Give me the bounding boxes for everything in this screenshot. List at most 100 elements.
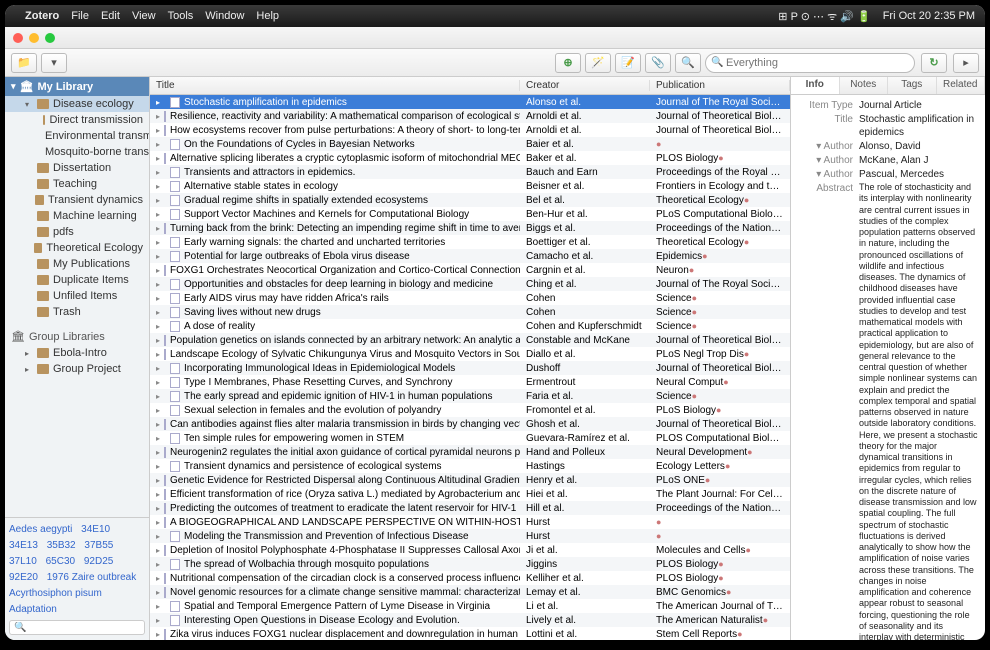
status-icon[interactable]: 🔋 bbox=[857, 11, 871, 23]
tag-item[interactable]: 92E20 bbox=[9, 572, 38, 583]
tag-item[interactable]: 34E10 bbox=[81, 524, 110, 535]
field-value[interactable]: Journal Article bbox=[859, 99, 979, 112]
collection-item[interactable]: Environmental transmission bbox=[5, 128, 149, 144]
menu-view[interactable]: View bbox=[132, 10, 156, 22]
collection-item[interactable]: Teaching bbox=[5, 176, 149, 192]
new-collection-button[interactable]: 📁 bbox=[11, 53, 37, 73]
collection-item[interactable]: Theoretical Ecology bbox=[5, 240, 149, 256]
menu-file[interactable]: File bbox=[71, 10, 89, 22]
item-row[interactable]: ▸Modeling the Transmission and Preventio… bbox=[150, 529, 790, 543]
item-row[interactable]: ▸Landscape Ecology of Sylvatic Chikungun… bbox=[150, 347, 790, 361]
item-row[interactable]: ▸Transient dynamics and persistence of e… bbox=[150, 459, 790, 473]
status-icon[interactable]: ⋯ bbox=[813, 11, 824, 23]
item-row[interactable]: ▸Zika virus induces FOXG1 nuclear displa… bbox=[150, 627, 790, 640]
group-libraries-header[interactable]: 🏛 Group Libraries bbox=[5, 328, 149, 345]
menu-tools[interactable]: Tools bbox=[168, 10, 194, 22]
item-row[interactable]: ▸Novel genomic resources for a climate c… bbox=[150, 585, 790, 599]
item-row[interactable]: ▸Predicting the outcomes of treatment to… bbox=[150, 501, 790, 515]
item-row[interactable]: ▸Type I Membranes, Phase Resetting Curve… bbox=[150, 375, 790, 389]
item-row[interactable]: ▸Alternative stable states in ecology Be… bbox=[150, 179, 790, 193]
tag-item[interactable]: 37L10 bbox=[9, 556, 37, 567]
status-icon[interactable]: P bbox=[791, 11, 798, 23]
item-row[interactable]: ▸Potential for large outbreaks of Ebola … bbox=[150, 249, 790, 263]
advanced-search-button[interactable]: 🔍 bbox=[675, 53, 701, 73]
attach-button[interactable]: 📎 bbox=[645, 53, 671, 73]
field-value[interactable]: Alonso, David bbox=[859, 140, 979, 153]
column-creator[interactable]: Creator bbox=[520, 80, 650, 91]
new-note-button[interactable]: 📝 bbox=[615, 53, 641, 73]
tag-item[interactable]: 92D25 bbox=[84, 556, 113, 567]
minimize-window-icon[interactable] bbox=[29, 33, 39, 43]
tag-item[interactable]: Aedes aegypti bbox=[9, 524, 72, 535]
item-row[interactable]: ▸The early spread and epidemic ignition … bbox=[150, 389, 790, 403]
collection-item[interactable]: Machine learning bbox=[5, 208, 149, 224]
locate-button[interactable]: ▸ bbox=[953, 53, 979, 73]
inspector-tab-tags[interactable]: Tags bbox=[888, 77, 937, 94]
item-row[interactable]: ▸Interesting Open Questions in Disease E… bbox=[150, 613, 790, 627]
close-window-icon[interactable] bbox=[13, 33, 23, 43]
status-icon[interactable]: ᯤ bbox=[827, 11, 837, 23]
sync-button[interactable]: ↻ bbox=[921, 53, 947, 73]
tag-item[interactable]: 35B32 bbox=[47, 540, 76, 551]
new-group-button[interactable]: ▾ bbox=[41, 53, 67, 73]
item-row[interactable]: ▸Turning back from the brink: Detecting … bbox=[150, 221, 790, 235]
field-value[interactable]: Pascual, Mercedes bbox=[859, 168, 979, 181]
menu-window[interactable]: Window bbox=[205, 10, 244, 22]
new-item-button[interactable]: ⊕ bbox=[555, 53, 581, 73]
inspector-tab-related[interactable]: Related bbox=[937, 77, 986, 94]
item-row[interactable]: ▸On the Foundations of Cycles in Bayesia… bbox=[150, 137, 790, 151]
tag-item[interactable]: 65C30 bbox=[46, 556, 75, 567]
tag-item[interactable]: 34E13 bbox=[9, 540, 38, 551]
collection-item[interactable]: Mosquito-borne transmission bbox=[5, 144, 149, 160]
item-row[interactable]: ▸Nutritional compensation of the circadi… bbox=[150, 571, 790, 585]
inspector-tab-info[interactable]: Info bbox=[791, 77, 840, 94]
item-row[interactable]: ▸Resilience, reactivity and variability:… bbox=[150, 109, 790, 123]
item-row[interactable]: ▸Can antibodies against flies alter mala… bbox=[150, 417, 790, 431]
tag-item[interactable]: 37B55 bbox=[84, 540, 113, 551]
column-publication[interactable]: Publication bbox=[650, 80, 790, 91]
item-row[interactable]: ▸Efficient transformation of rice (Oryza… bbox=[150, 487, 790, 501]
add-by-identifier-button[interactable]: 🪄 bbox=[585, 53, 611, 73]
my-library-header[interactable]: 🏛My Library bbox=[5, 77, 149, 96]
collection-item[interactable]: Unfiled Items bbox=[5, 288, 149, 304]
search-input[interactable] bbox=[705, 53, 915, 73]
item-list[interactable]: ▸Stochastic amplification in epidemics A… bbox=[150, 95, 790, 640]
group-item[interactable]: ▸Ebola-Intro bbox=[5, 345, 149, 361]
item-row[interactable]: ▸A dose of reality Cohen and Kupferschmi… bbox=[150, 319, 790, 333]
tag-item[interactable]: 1976 Zaire outbreak bbox=[47, 572, 137, 583]
collection-item[interactable]: Direct transmission bbox=[5, 112, 149, 128]
item-row[interactable]: ▸Transients and attractors in epidemics.… bbox=[150, 165, 790, 179]
status-icon[interactable]: ⊙ bbox=[801, 11, 810, 23]
collection-item[interactable]: Transient dynamics bbox=[5, 192, 149, 208]
item-row[interactable]: ▸Support Vector Machines and Kernels for… bbox=[150, 207, 790, 221]
field-value[interactable]: Stochastic amplification in epidemics bbox=[859, 113, 979, 139]
inspector-tab-notes[interactable]: Notes bbox=[840, 77, 889, 94]
item-row[interactable]: ▸Gradual regime shifts in spatially exte… bbox=[150, 193, 790, 207]
status-icon[interactable]: ⊞ bbox=[778, 11, 787, 23]
item-row[interactable]: ▸Early AIDS virus may have ridden Africa… bbox=[150, 291, 790, 305]
item-row[interactable]: ▸Spatial and Temporal Emergence Pattern … bbox=[150, 599, 790, 613]
status-icon[interactable]: 🔊 bbox=[840, 11, 854, 23]
item-row[interactable]: ▸Ten simple rules for empowering women i… bbox=[150, 431, 790, 445]
item-row[interactable]: ▸How ecosystems recover from pulse pertu… bbox=[150, 123, 790, 137]
item-row[interactable]: ▸Saving lives without new drugs Cohen Sc… bbox=[150, 305, 790, 319]
collection-item[interactable]: pdfs bbox=[5, 224, 149, 240]
item-row[interactable]: ▸Alternative splicing liberates a crypti… bbox=[150, 151, 790, 165]
item-row[interactable]: ▸Population genetics on islands connecte… bbox=[150, 333, 790, 347]
tag-filter-input[interactable] bbox=[9, 620, 145, 635]
abstract-text[interactable]: The role of stochasticity and its interp… bbox=[859, 182, 979, 640]
item-row[interactable]: ▸Opportunities and obstacles for deep le… bbox=[150, 277, 790, 291]
maximize-window-icon[interactable] bbox=[45, 33, 55, 43]
item-row[interactable]: ▸Early warning signals: the charted and … bbox=[150, 235, 790, 249]
column-title[interactable]: Title bbox=[150, 80, 520, 91]
collection-item[interactable]: My Publications bbox=[5, 256, 149, 272]
item-row[interactable]: ▸The spread of Wolbachia through mosquit… bbox=[150, 557, 790, 571]
menu-edit[interactable]: Edit bbox=[101, 10, 120, 22]
item-row[interactable]: ▸Depletion of Inositol Polyphosphate 4-P… bbox=[150, 543, 790, 557]
collection-item[interactable]: Trash bbox=[5, 304, 149, 320]
tag-item[interactable]: Acyrthosiphon pisum bbox=[9, 588, 102, 599]
app-name[interactable]: Zotero bbox=[25, 10, 59, 22]
group-item[interactable]: ▸Group Project bbox=[5, 361, 149, 377]
item-row[interactable]: ▸Neurogenin2 regulates the initial axon … bbox=[150, 445, 790, 459]
item-row[interactable]: ▸Incorporating Immunological Ideas in Ep… bbox=[150, 361, 790, 375]
